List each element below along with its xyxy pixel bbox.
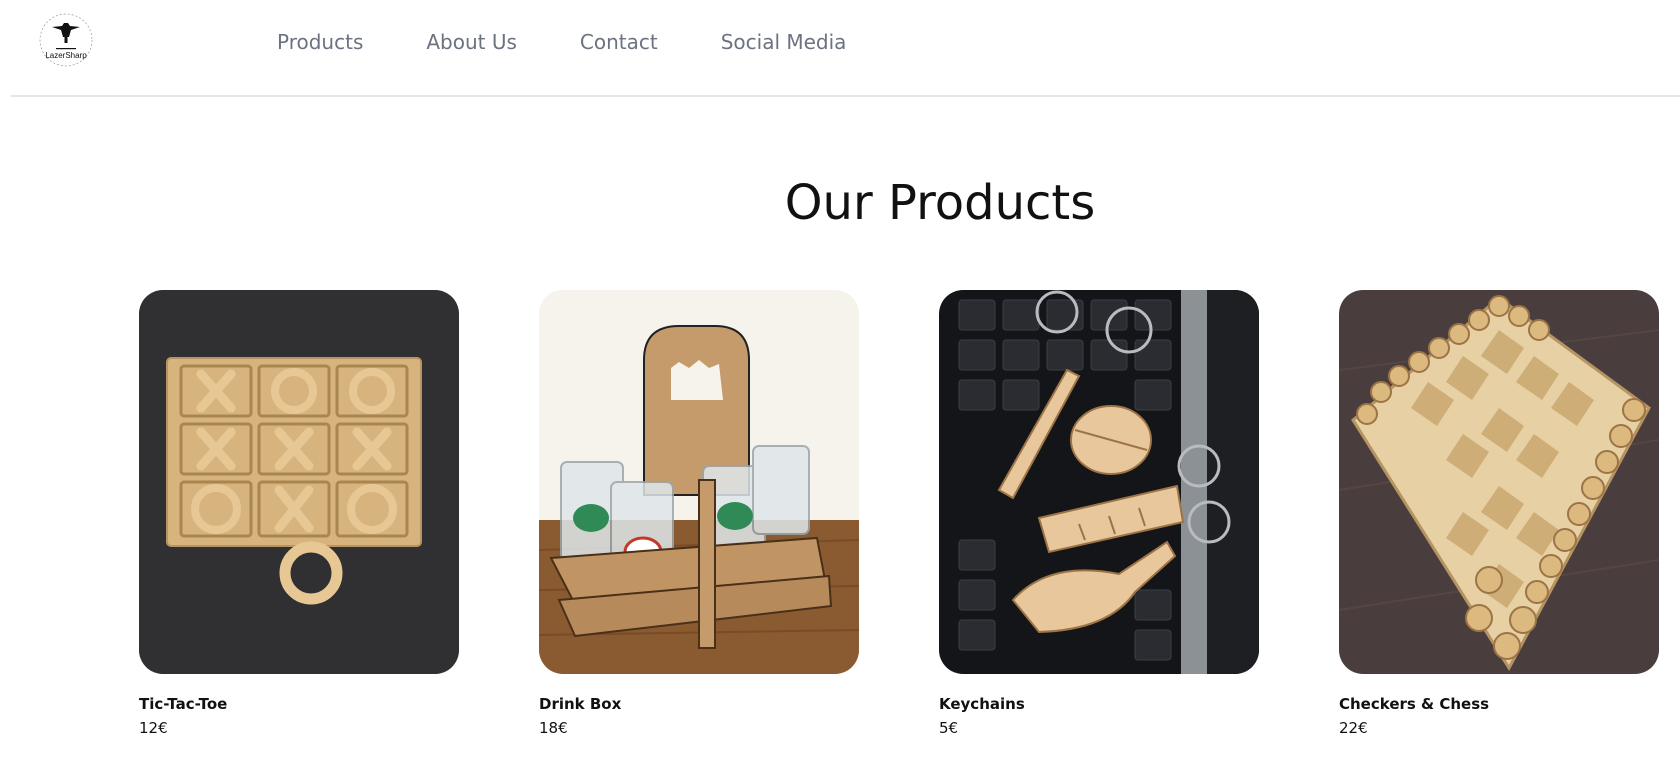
logo-icon: LazerSharp xyxy=(39,13,93,67)
product-price: 5€ xyxy=(939,719,959,737)
product-image-drink-box[interactable] xyxy=(539,290,859,674)
main-nav: Products About Us Contact Social Media xyxy=(277,30,846,54)
product-grid: Tic-Tac-Toe 12€ Drink Box 18€ Keychains … xyxy=(139,290,1659,738)
product-name: Tic-Tac-Toe xyxy=(139,695,228,713)
svg-text:LazerSharp: LazerSharp xyxy=(45,51,87,60)
nav-about-us[interactable]: About Us xyxy=(426,30,517,54)
product-name: Drink Box xyxy=(539,695,622,713)
product-card-tic-tac-toe[interactable]: Tic-Tac-Toe 12€ xyxy=(139,290,459,738)
product-price: 22€ xyxy=(1339,719,1368,737)
product-image-keychains[interactable] xyxy=(939,290,1259,674)
product-image-tic-tac-toe[interactable] xyxy=(139,290,459,674)
product-card-keychains[interactable]: Keychains 5€ xyxy=(939,290,1259,738)
logo[interactable]: LazerSharp xyxy=(38,11,94,69)
product-image-checkers-chess[interactable] xyxy=(1339,290,1659,674)
nav-products[interactable]: Products xyxy=(277,30,363,54)
product-card-drink-box[interactable]: Drink Box 18€ xyxy=(539,290,859,738)
product-price: 18€ xyxy=(539,719,568,737)
product-name: Checkers & Chess xyxy=(1339,695,1490,713)
nav-social-media[interactable]: Social Media xyxy=(721,30,847,54)
product-name: Keychains xyxy=(939,695,1025,713)
nav-contact[interactable]: Contact xyxy=(580,30,658,54)
product-price: 12€ xyxy=(139,719,168,737)
product-card-checkers-chess[interactable]: Checkers & Chess 22€ xyxy=(1339,290,1659,738)
site-header: LazerSharp Products About Us Contact Soc… xyxy=(11,0,1680,97)
page-title: Our Products xyxy=(784,175,1096,231)
